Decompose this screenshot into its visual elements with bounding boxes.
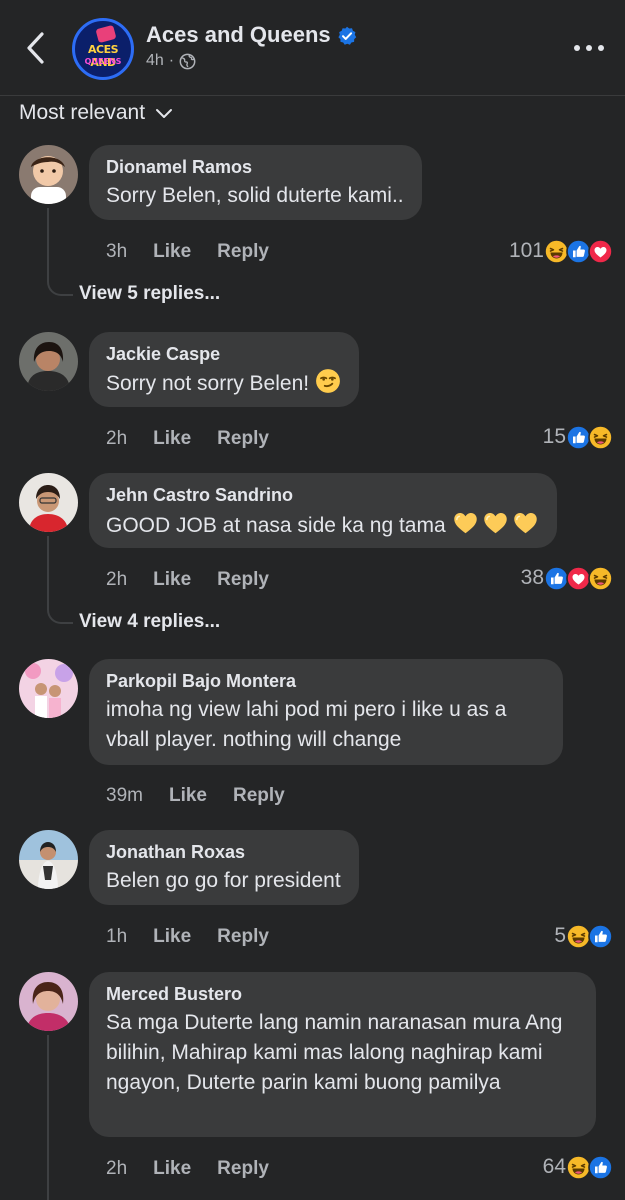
avatar[interactable] <box>19 830 78 889</box>
avatar[interactable] <box>19 659 78 718</box>
globe-icon <box>179 53 196 69</box>
smirk-emoji-icon <box>315 368 341 394</box>
comment-author[interactable]: Jehn Castro Sandrino <box>106 484 539 506</box>
haha-reaction-icon <box>588 565 613 591</box>
yellow-heart-icon <box>513 512 537 534</box>
comment-author[interactable]: Jonathan Roxas <box>106 841 341 863</box>
reaction-count: 15 <box>542 425 566 448</box>
comment-bubble[interactable]: Parkopil Bajo Montera imoha ng view lahi… <box>89 659 563 765</box>
love-reaction-icon <box>588 238 613 264</box>
avatar-image <box>19 830 78 889</box>
back-arrow-icon[interactable] <box>22 30 50 66</box>
comment-time[interactable]: 3h <box>106 241 127 263</box>
comment-actions: 2h Like Reply <box>106 568 269 592</box>
reaction-count: 38 <box>520 566 544 589</box>
comment-author[interactable]: Parkopil Bajo Montera <box>106 670 545 692</box>
yellow-heart-icon <box>453 512 477 534</box>
comment-bubble[interactable]: Dionamel Ramos Sorry Belen, solid dutert… <box>89 145 422 220</box>
haha-reaction-icon <box>588 424 613 450</box>
comment-time[interactable]: 2h <box>106 569 127 591</box>
comment-time[interactable]: 2h <box>106 428 127 450</box>
comment-time[interactable]: 39m <box>106 785 143 807</box>
comment-time[interactable]: 1h <box>106 926 127 948</box>
more-options-icon[interactable] <box>572 38 606 58</box>
comment-text-body: GOOD JOB at nasa side ka ng tama <box>106 514 446 537</box>
reaction-count: 101 <box>508 239 544 262</box>
page-name[interactable]: Aces and Queens <box>146 22 331 48</box>
like-button[interactable]: Like <box>169 785 207 807</box>
like-button[interactable]: Like <box>153 1158 191 1180</box>
comment-author[interactable]: Jackie Caspe <box>106 343 341 365</box>
comment-author[interactable]: Dionamel Ramos <box>106 156 404 178</box>
reaction-summary[interactable]: 101 <box>509 237 613 265</box>
like-button[interactable]: Like <box>153 428 191 450</box>
like-reaction-icon <box>588 1154 613 1180</box>
post-time: 4h <box>146 52 164 69</box>
reply-button[interactable]: Reply <box>217 241 269 263</box>
comment-actions: 3h Like Reply <box>106 240 269 264</box>
reaction-summary[interactable]: 5 <box>554 922 613 950</box>
comment-bubble[interactable]: Jehn Castro Sandrino GOOD JOB at nasa si… <box>89 473 557 548</box>
reply-button[interactable]: Reply <box>217 569 269 591</box>
avatar[interactable] <box>19 473 78 532</box>
avatar[interactable] <box>19 972 78 1031</box>
comment-actions: 2h Like Reply <box>106 1157 269 1181</box>
avatar[interactable] <box>19 145 78 204</box>
reply-button[interactable]: Reply <box>217 926 269 948</box>
verified-badge-icon <box>338 26 357 45</box>
thread-line <box>47 208 73 296</box>
thread-line <box>47 536 73 624</box>
like-button[interactable]: Like <box>153 569 191 591</box>
reply-button[interactable]: Reply <box>217 428 269 450</box>
comment-actions: 2h Like Reply <box>106 427 269 451</box>
like-button[interactable]: Like <box>153 926 191 948</box>
comment-text: Sorry Belen, solid duterte kami.. <box>106 184 404 207</box>
meta-separator: · <box>168 52 175 69</box>
avatar-image <box>19 659 78 718</box>
chevron-down-icon <box>156 109 173 118</box>
yellow-heart-icon <box>483 512 507 534</box>
logo-subtext: QUEENS <box>84 57 122 66</box>
comment-bubble[interactable]: Jonathan Roxas Belen go go for president <box>89 830 359 905</box>
avatar-image <box>19 332 78 391</box>
reply-button[interactable]: Reply <box>233 785 285 807</box>
avatar-image <box>19 473 78 532</box>
comment-author[interactable]: Merced Bustero <box>106 983 578 1005</box>
comment-bubble[interactable]: Merced Bustero Sa mga Duterte lang namin… <box>89 972 596 1137</box>
page-avatar[interactable]: ACES AND QUEENS <box>72 18 134 80</box>
comment-text: imoha ng view lahi pod mi pero i like u … <box>106 698 507 751</box>
thread-line <box>47 1035 49 1200</box>
comment-text-body: Sorry not sorry Belen! <box>106 372 310 395</box>
comment-time[interactable]: 2h <box>106 1158 127 1180</box>
reaction-count: 5 <box>554 924 566 947</box>
comment-text: Belen go go for president <box>106 869 341 892</box>
reaction-summary[interactable]: 64 <box>543 1153 613 1181</box>
post-header: ACES AND QUEENS Aces and Queens 4h · <box>0 0 625 96</box>
like-reaction-icon <box>588 923 613 949</box>
comment-text: Sa mga Duterte lang namin naranasan mura… <box>106 1011 563 1094</box>
sort-dropdown[interactable]: Most relevant <box>19 100 173 126</box>
view-replies-link[interactable]: View 4 replies... <box>79 611 220 633</box>
comment-bubble[interactable]: Jackie Caspe Sorry not sorry Belen! <box>89 332 359 407</box>
avatar-image <box>19 145 78 204</box>
comment-actions: 39m Like Reply <box>106 784 285 808</box>
like-button[interactable]: Like <box>153 241 191 263</box>
reaction-summary[interactable]: 38 <box>521 564 613 592</box>
logo-mark <box>95 24 117 44</box>
comment-text: GOOD JOB at nasa side ka ng tama <box>106 509 539 541</box>
reaction-count: 64 <box>542 1155 566 1178</box>
view-replies-link[interactable]: View 5 replies... <box>79 283 220 305</box>
avatar[interactable] <box>19 332 78 391</box>
avatar-image <box>19 972 78 1031</box>
post-meta: 4h · <box>146 52 196 70</box>
reaction-summary[interactable]: 15 <box>543 423 613 451</box>
comment-text: Sorry not sorry Belen! <box>106 368 341 399</box>
comment-actions: 1h Like Reply <box>106 925 269 949</box>
sort-label: Most relevant <box>19 101 146 124</box>
reply-button[interactable]: Reply <box>217 1158 269 1180</box>
